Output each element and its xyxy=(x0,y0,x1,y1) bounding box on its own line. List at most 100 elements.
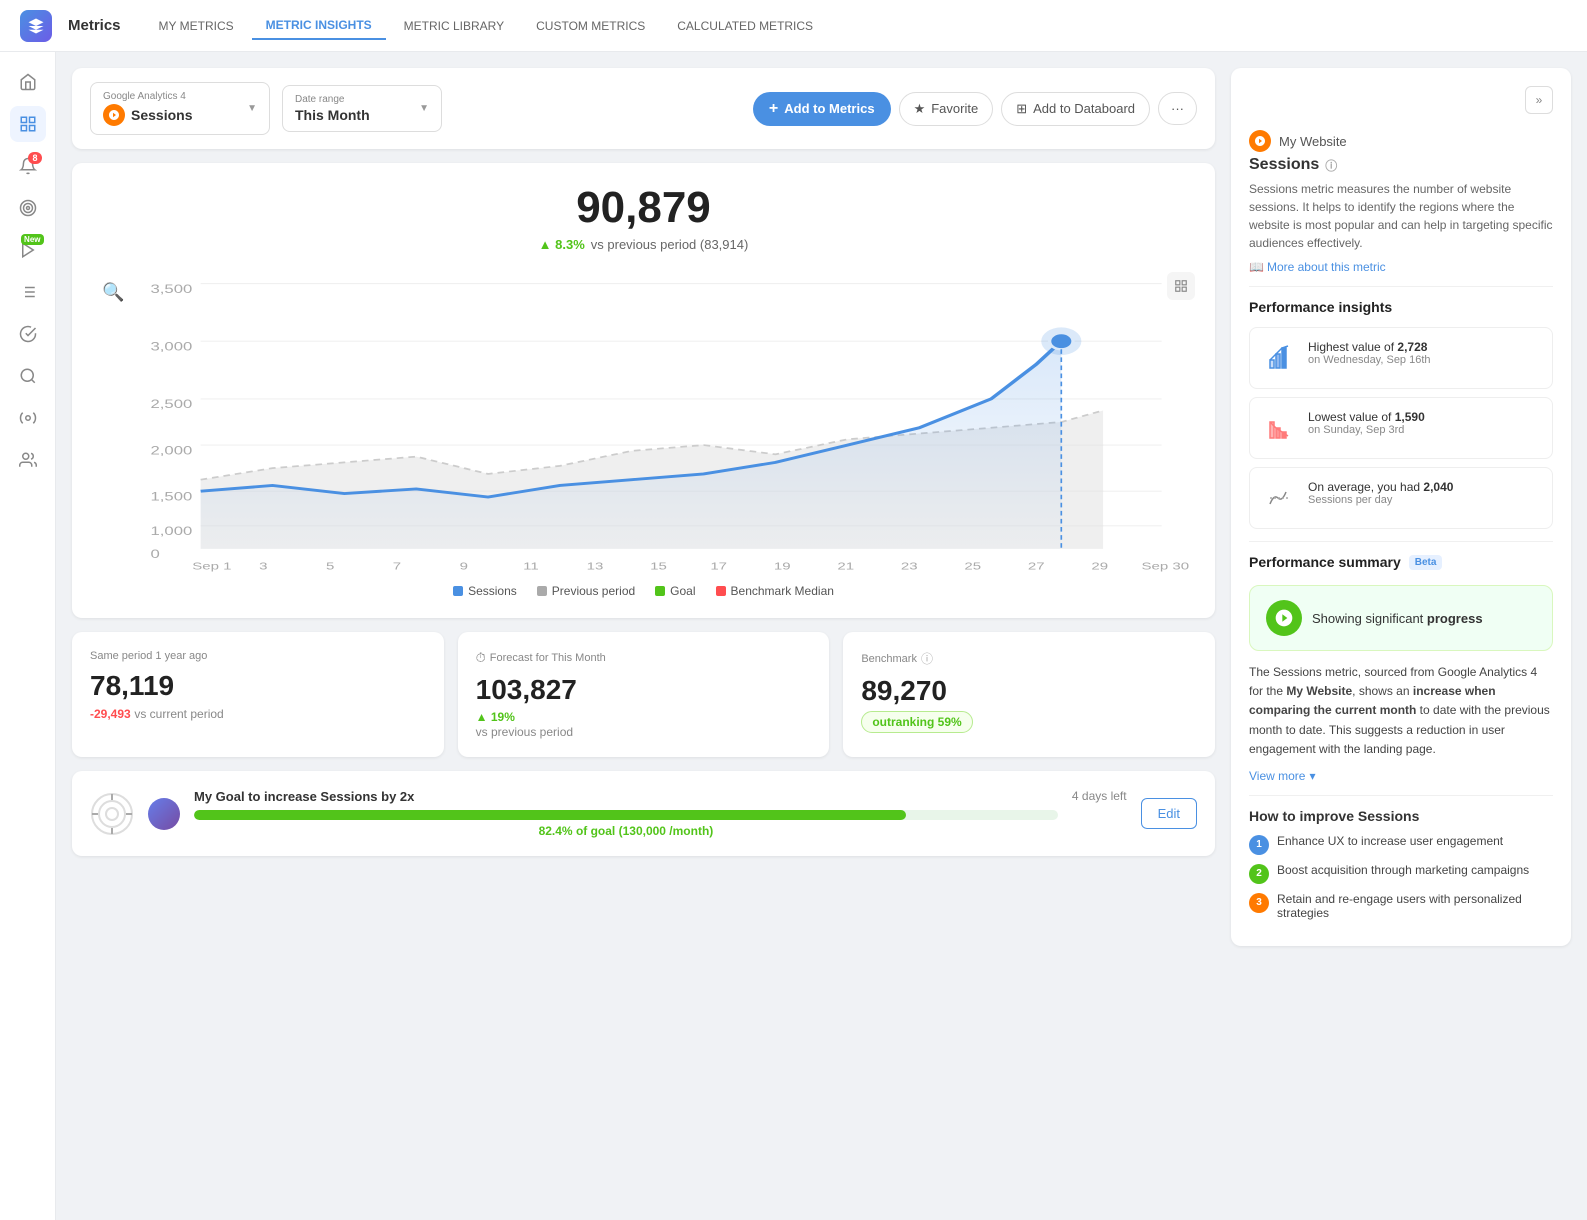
svg-text:29: 29 xyxy=(1091,560,1108,572)
average-icon xyxy=(1262,480,1298,516)
divider-2 xyxy=(1249,541,1553,542)
goal-title: My Goal to increase Sessions by 2x xyxy=(194,789,1058,804)
tab-calculated-metrics[interactable]: CALCULATED METRICS xyxy=(663,12,827,40)
tab-my-metrics[interactable]: MY METRICS xyxy=(145,12,248,40)
sidebar-icon-alerts[interactable]: 8 xyxy=(10,148,46,184)
zoom-icon[interactable]: 🔍 xyxy=(102,282,124,303)
left-sidebar: 8 New xyxy=(0,52,56,1220)
goal-card: My Goal to increase Sessions by 2x 82.4%… xyxy=(72,771,1215,856)
more-options-button[interactable]: ··· xyxy=(1158,92,1197,125)
progress-card: Showing significant progress xyxy=(1249,585,1553,651)
metric-title-info-icon[interactable]: ⓘ xyxy=(1325,157,1337,174)
chart-card: 90,879 ▲ 8.3% vs previous period (83,914… xyxy=(72,163,1215,618)
svg-text:1,500: 1,500 xyxy=(150,491,192,504)
sidebar-icon-home[interactable] xyxy=(10,64,46,100)
date-range-selector[interactable]: Date range This Month ▼ xyxy=(282,85,442,132)
stat-card-benchmark: Benchmark ⓘ 89,270 outranking 59% xyxy=(843,632,1215,757)
add-to-metrics-button[interactable]: + Add to Metrics xyxy=(753,92,891,126)
chart-legend: Sessions Previous period Goal Benchmark … xyxy=(92,584,1195,598)
header-actions: + Add to Metrics ★ Favorite ⊞ Add to Dat… xyxy=(753,92,1197,126)
svg-text:7: 7 xyxy=(393,560,401,572)
site-favicon xyxy=(1249,130,1271,152)
stat-label-forecast: ⏱ Forecast for This Month xyxy=(476,650,812,666)
sidebar-icon-integrations[interactable] xyxy=(10,400,46,436)
stat-delta-text-forecast: vs previous period xyxy=(476,725,573,739)
improve-item-1: 1 Enhance UX to increase user engagement xyxy=(1249,834,1553,855)
add-to-databoard-button[interactable]: ⊞ Add to Databoard xyxy=(1001,92,1150,126)
tab-metric-insights[interactable]: METRIC INSIGHTS xyxy=(252,12,386,40)
view-more-button[interactable]: View more ▾ xyxy=(1249,769,1316,783)
source-label: Google Analytics 4 xyxy=(103,91,239,102)
svg-text:17: 17 xyxy=(710,560,727,572)
date-value: This Month xyxy=(295,107,411,123)
app-logo xyxy=(20,10,52,42)
step-circle-2: 2 xyxy=(1249,864,1269,884)
lowest-sub: on Sunday, Sep 3rd xyxy=(1308,424,1425,436)
video-new-badge: New xyxy=(21,234,43,245)
panel-collapse-button[interactable]: » xyxy=(1525,86,1553,114)
svg-text:15: 15 xyxy=(650,560,667,572)
vs-text: vs previous period (83,914) xyxy=(591,237,749,252)
svg-text:1,000: 1,000 xyxy=(150,525,192,538)
lowest-icon xyxy=(1262,410,1298,446)
chart-svg: 3,500 3,000 2,500 2,000 1,500 1,000 0 xyxy=(92,272,1195,572)
metric-icon xyxy=(103,104,125,126)
insight-card-average: On average, you had 2,040 Sessions per d… xyxy=(1249,467,1553,529)
date-dropdown-arrow: ▼ xyxy=(419,103,429,114)
sidebar-icon-dashboard[interactable] xyxy=(10,106,46,142)
sidebar-icon-video[interactable]: New xyxy=(10,232,46,268)
improve-item-3: 3 Retain and re-engage users with person… xyxy=(1249,892,1553,920)
nav-title: Metrics xyxy=(68,17,121,34)
plus-icon: + xyxy=(769,100,778,118)
goal-info: My Goal to increase Sessions by 2x 82.4%… xyxy=(194,789,1058,838)
content-left: Google Analytics 4 Sessions ▼ Date range… xyxy=(72,68,1215,1204)
progress-icon xyxy=(1266,600,1302,636)
date-label: Date range xyxy=(295,94,411,105)
more-about-metric-link[interactable]: 📖 More about this metric xyxy=(1249,260,1553,274)
legend-benchmark-dot xyxy=(716,586,726,596)
goal-edit-button[interactable]: Edit xyxy=(1141,798,1197,829)
tab-custom-metrics[interactable]: CUSTOM METRICS xyxy=(522,12,659,40)
metric-name: Sessions xyxy=(131,107,239,123)
sidebar-icon-reports[interactable] xyxy=(10,274,46,310)
pct-change: ▲ 8.3% xyxy=(539,237,585,252)
benchmark-badge: outranking 59% xyxy=(861,711,972,733)
metric-header: Google Analytics 4 Sessions ▼ Date range… xyxy=(72,68,1215,149)
divider-1 xyxy=(1249,286,1553,287)
stat-delta-text-year-ago: vs current period xyxy=(134,707,223,721)
sidebar-icon-goals[interactable] xyxy=(10,190,46,226)
metric-dropdown-arrow: ▼ xyxy=(247,103,257,114)
tab-metric-library[interactable]: METRIC LIBRARY xyxy=(390,12,518,40)
average-sub: Sessions per day xyxy=(1308,494,1453,506)
svg-text:5: 5 xyxy=(326,560,334,572)
sidebar-icon-discover[interactable] xyxy=(10,316,46,352)
main-content: Google Analytics 4 Sessions ▼ Date range… xyxy=(56,52,1587,1220)
svg-text:3,500: 3,500 xyxy=(150,283,192,296)
legend-prev: Previous period xyxy=(537,584,635,598)
chart-icon-button[interactable] xyxy=(1167,272,1195,300)
legend-sessions-label: Sessions xyxy=(468,584,517,598)
metric-selector[interactable]: Google Analytics 4 Sessions ▼ xyxy=(90,82,270,135)
site-row: My Website xyxy=(1249,130,1553,152)
databoard-icon: ⊞ xyxy=(1016,101,1027,117)
stat-card-year-ago: Same period 1 year ago 78,119 -29,493 vs… xyxy=(72,632,444,757)
insight-card-lowest: Lowest value of 1,590 on Sunday, Sep 3rd xyxy=(1249,397,1553,459)
svg-text:11: 11 xyxy=(523,560,539,572)
favorite-button[interactable]: ★ Favorite xyxy=(899,92,994,126)
perf-insights-title: Performance insights xyxy=(1249,299,1553,315)
stat-label-benchmark: Benchmark ⓘ xyxy=(861,650,1197,667)
step-circle-3: 3 xyxy=(1249,893,1269,913)
sidebar-icon-search[interactable] xyxy=(10,358,46,394)
perf-summary-title: Performance summary xyxy=(1249,554,1401,570)
legend-sessions: Sessions xyxy=(453,584,517,598)
view-more-label: View more xyxy=(1249,769,1305,783)
legend-sessions-dot xyxy=(453,586,463,596)
svg-text:Sep 1: Sep 1 xyxy=(192,560,231,572)
nav-tabs: MY METRICS METRIC INSIGHTS METRIC LIBRAR… xyxy=(145,12,828,40)
step-circle-1: 1 xyxy=(1249,835,1269,855)
content-right: » My Website Sessions ⓘ Sessions metric … xyxy=(1231,68,1571,1204)
sidebar-icon-team[interactable] xyxy=(10,442,46,478)
improve-item-2: 2 Boost acquisition through marketing ca… xyxy=(1249,863,1553,884)
goal-progress-bar xyxy=(194,810,1058,820)
collapse-icon: » xyxy=(1536,93,1543,107)
